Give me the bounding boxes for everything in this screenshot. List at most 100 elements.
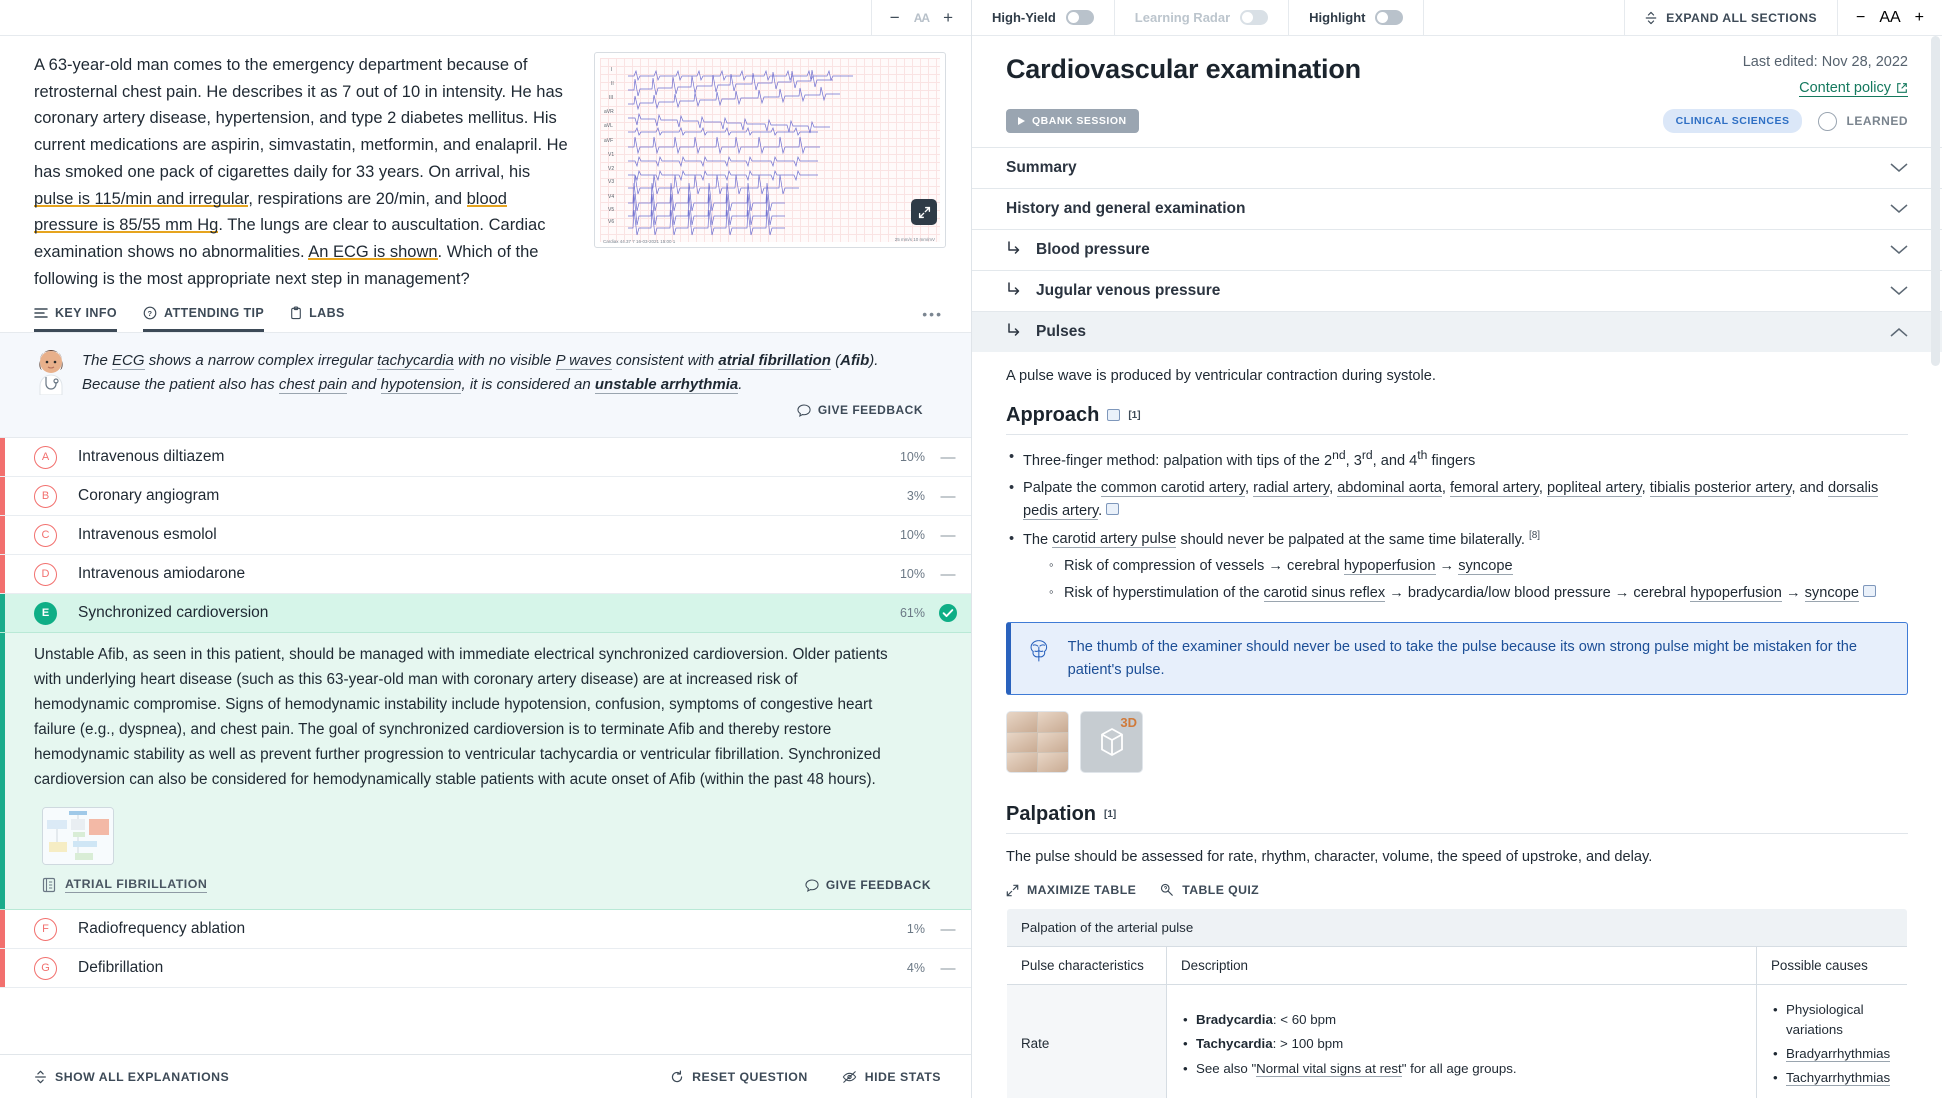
- option-label: Intravenous amiodarone: [78, 565, 246, 583]
- ecg-traces: [628, 69, 853, 236]
- footer-actions: RESET QUESTION HIDE STATS: [670, 1070, 941, 1084]
- algorithm-thumbnail[interactable]: [42, 807, 114, 865]
- question-panel: − AA + A 63-year-old man comes to the em…: [0, 0, 972, 1098]
- option-row-b[interactable]: B Coronary angiogram 3% —: [0, 477, 971, 517]
- overflow-menu-icon[interactable]: •••: [922, 306, 943, 322]
- toggle-highlight[interactable]: Highlight: [1289, 0, 1425, 35]
- option-row-e[interactable]: E Synchronized cardioversion 61%: [0, 594, 971, 634]
- tab-label: KEY INFO: [55, 306, 118, 321]
- section-blood-pressure[interactable]: Blood pressure: [972, 229, 1942, 270]
- approach-reference[interactable]: [1]: [1128, 410, 1140, 421]
- hide-stats-label: HIDE STATS: [864, 1069, 941, 1084]
- qbank-session-label: QBANK SESSION: [1032, 115, 1127, 127]
- tip-term-ecg[interactable]: ECG: [112, 352, 145, 371]
- table-header-cell: Description: [1166, 946, 1757, 986]
- comment-icon: [797, 404, 811, 417]
- tip-seg: , it is considered an: [461, 376, 595, 394]
- approach-bullets: Three-finger method: palpation with tips…: [1006, 446, 1908, 604]
- tip-term-hypotension[interactable]: hypotension: [380, 376, 462, 395]
- ecg-highlight[interactable]: An ECG is shown: [308, 243, 438, 262]
- tab-label: LABS: [309, 306, 345, 321]
- reset-icon: [671, 1070, 683, 1082]
- tab-attending-tip[interactable]: ? ATTENDING TIP: [143, 306, 265, 333]
- tip-term-tachycardia[interactable]: tachycardia: [377, 352, 454, 371]
- option-row-c[interactable]: C Intravenous esmolol 10% —: [0, 516, 971, 556]
- tip-term-afib[interactable]: atrial fibrillation: [718, 352, 831, 371]
- expand-icon[interactable]: [911, 199, 937, 225]
- hide-stats-button[interactable]: HIDE STATS: [842, 1070, 941, 1084]
- flowchart-preview: [43, 808, 113, 864]
- option-letter-badge: F: [34, 917, 57, 941]
- chevron-down-icon: [1890, 161, 1908, 176]
- chevron-down-icon: [1890, 284, 1908, 299]
- toggle-high-yield[interactable]: High-Yield: [972, 0, 1115, 35]
- ecg-lead-label: V5: [608, 207, 615, 213]
- image-icon[interactable]: [1107, 409, 1121, 422]
- toggle-switch[interactable]: [1375, 10, 1404, 25]
- toggle-learning-radar[interactable]: Learning Radar: [1115, 0, 1290, 35]
- list-icon: [34, 308, 48, 319]
- section-history-general-examination[interactable]: History and general examination: [972, 188, 1942, 229]
- related-article-link[interactable]: ATRIAL FIBRILLATION: [42, 877, 208, 893]
- option-label: Radiofrequency ablation: [78, 920, 246, 937]
- palpation-reference[interactable]: [1]: [1104, 809, 1116, 820]
- note-icon[interactable]: [1863, 584, 1877, 597]
- tip-term-chestpain[interactable]: chest pain: [278, 376, 348, 395]
- table-quiz-button[interactable]: TABLE QUIZ: [1160, 883, 1259, 897]
- approach-heading-label: Approach: [1006, 403, 1100, 426]
- question-tabs[interactable]: KEY INFO ? ATTENDING TIP LABS •••: [0, 292, 971, 334]
- zoom-out-icon[interactable]: −: [890, 9, 900, 26]
- option-row-g[interactable]: G Defibrillation 4% —: [0, 949, 971, 988]
- option-row-a[interactable]: A Intravenous diltiazem 10% —: [0, 438, 971, 478]
- table-header-cell: Pulse characteristics: [1007, 946, 1167, 986]
- tip-seg: The: [82, 352, 113, 370]
- zoom-in-icon[interactable]: +: [1915, 9, 1924, 27]
- photo-gallery-thumbnail[interactable]: [1006, 711, 1069, 774]
- zoom-out-icon[interactable]: −: [1856, 9, 1865, 27]
- content-policy-link[interactable]: Content policy: [1799, 80, 1908, 97]
- section-jugular-venous-pressure[interactable]: Jugular venous pressure: [972, 270, 1942, 311]
- learned-toggle[interactable]: LEARNED: [1818, 111, 1908, 131]
- option-row-f[interactable]: F Radiofrequency ablation 1% —: [0, 910, 971, 949]
- maximize-table-button[interactable]: MAXIMIZE TABLE: [1006, 883, 1136, 897]
- bullet-reference[interactable]: [8]: [1529, 530, 1540, 541]
- tip-term-unstable[interactable]: unstable arrhythmia: [594, 376, 739, 395]
- show-all-explanations-button[interactable]: SHOW ALL EXPLANATIONS: [34, 1070, 229, 1084]
- qbank-session-button[interactable]: QBANK SESSION: [1006, 109, 1139, 133]
- image-icon[interactable]: [1106, 502, 1120, 515]
- explanation-feedback-button[interactable]: GIVE FEEDBACK: [805, 878, 931, 892]
- ecg-image[interactable]: I II III aVR aVL aVF V1 V2 V3 V4 V5 V6 C…: [594, 52, 946, 248]
- attending-tip-text: The ECG shows a narrow complex irregular…: [82, 349, 937, 397]
- question-scroll-area[interactable]: A 63-year-old man comes to the emergency…: [0, 36, 971, 1054]
- give-feedback-button[interactable]: GIVE FEEDBACK: [797, 403, 923, 417]
- ecg-footer-right: 25 mm/s 10 mm/mV: [894, 237, 935, 242]
- question-zoom-controls[interactable]: − AA +: [870, 0, 971, 36]
- article-zoom-controls[interactable]: − AA +: [1838, 0, 1942, 35]
- section-summary[interactable]: Summary: [972, 147, 1942, 188]
- tip-term-pwaves[interactable]: P waves: [555, 352, 612, 371]
- article-scroll-area[interactable]: Cardiovascular examination Last edited: …: [972, 36, 1942, 1098]
- option-letter-badge: D: [34, 562, 57, 586]
- related-article-label: ATRIAL FIBRILLATION: [65, 877, 208, 893]
- reset-question-button[interactable]: RESET QUESTION: [670, 1070, 808, 1084]
- ecg-lead-label: V4: [608, 194, 615, 200]
- option-percent: 10%: [899, 450, 925, 465]
- article-scrollbar[interactable]: [1931, 36, 1940, 366]
- section-header-left: Blood pressure: [1006, 240, 1150, 260]
- list-item: Risk of compression of vessels → cerebra…: [1047, 555, 1908, 578]
- question-footer: SHOW ALL EXPLANATIONS RESET QUESTION HID…: [0, 1054, 971, 1098]
- clinical-sciences-tag[interactable]: CLINICAL SCIENCES: [1662, 109, 1803, 133]
- 3d-model-thumbnail[interactable]: 3D: [1080, 711, 1143, 774]
- toggle-switch[interactable]: [1240, 10, 1269, 25]
- toggle-switch[interactable]: [1065, 10, 1094, 25]
- expand-all-sections-button[interactable]: EXPAND ALL SECTIONS: [1625, 0, 1838, 35]
- approach-subbullets: Risk of compression of vessels → cerebra…: [1047, 555, 1908, 604]
- zoom-in-icon[interactable]: +: [943, 9, 953, 26]
- option-row-d[interactable]: D Intravenous amiodarone 10% —: [0, 555, 971, 595]
- tab-labs[interactable]: LABS: [290, 306, 345, 332]
- section-pulses[interactable]: Pulses: [972, 311, 1942, 352]
- tip-seg: with no visible: [453, 352, 556, 370]
- question-toolbar: − AA +: [0, 0, 971, 36]
- tab-key-info[interactable]: KEY INFO: [34, 306, 118, 333]
- vital-pulse-highlight[interactable]: pulse is 115/min and irregular: [34, 189, 249, 208]
